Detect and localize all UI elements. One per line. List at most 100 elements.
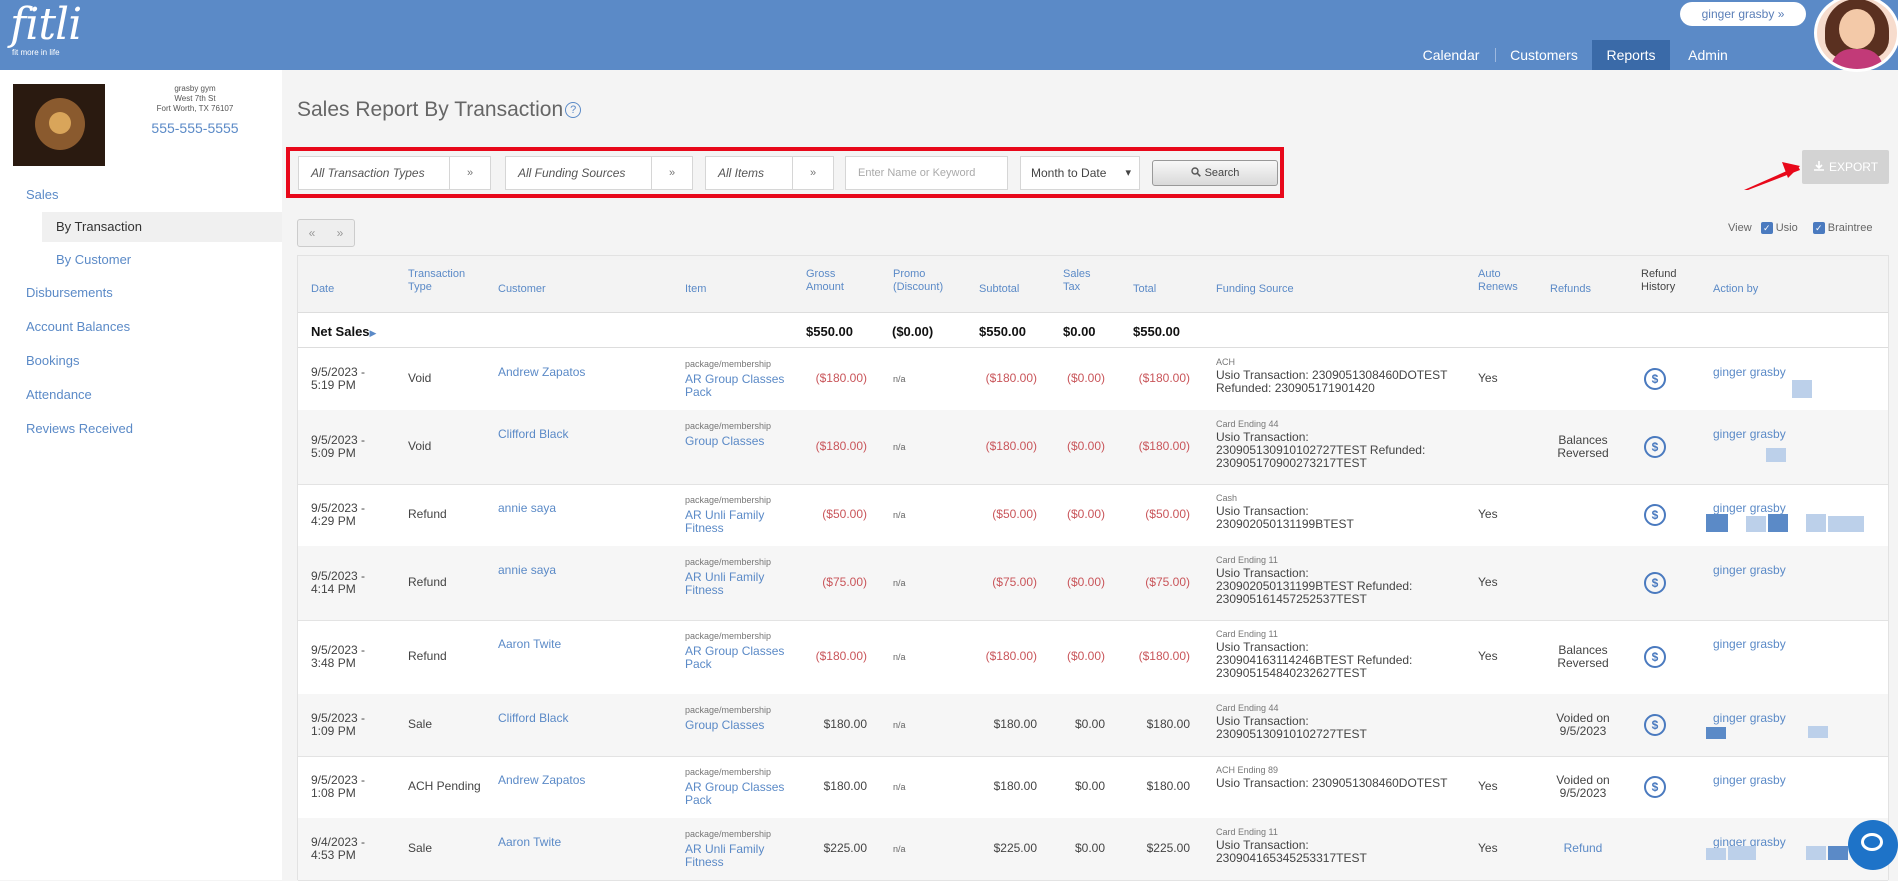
col-auto-renews[interactable]: Auto Renews (1478, 268, 1518, 294)
action-by-link[interactable]: ginger grasby (1713, 564, 1786, 577)
time-line: 4:14 PM (311, 582, 356, 596)
cell-sales-tax: $0.00 (1074, 841, 1105, 855)
cell-subtotal: ($180.00) (985, 371, 1037, 385)
cell-funding-source: Cash Usio Transaction: 230902050131199BTES… (1216, 492, 1354, 531)
nav-reports[interactable]: Reports (1592, 40, 1670, 70)
help-icon[interactable]: ? (565, 102, 582, 119)
item-link[interactable]: Group Classes (685, 435, 771, 448)
item-link[interactable]: AR Group Classes Pack (685, 645, 784, 671)
sidebar-item-by-customer[interactable]: By Customer (42, 245, 282, 275)
action-by-link[interactable]: ginger grasby (1713, 712, 1786, 725)
col-date[interactable]: Date (311, 283, 334, 296)
customer-link[interactable]: annie saya (498, 564, 556, 577)
fitli-logo[interactable]: fitli (10, 2, 82, 48)
user-menu-button[interactable]: ginger grasby » (1680, 2, 1806, 26)
cell-refunds[interactable]: Refund (1545, 842, 1621, 855)
customer-link[interactable]: annie saya (498, 502, 556, 515)
customer-link[interactable]: Clifford Black (498, 712, 568, 725)
cell-subtotal: ($75.00) (992, 575, 1037, 589)
col-label: Sales (1063, 268, 1091, 280)
item-link[interactable]: Group Classes (685, 719, 771, 732)
net-tax: $0.00 (1063, 324, 1096, 339)
customer-link[interactable]: Aaron Twite (498, 638, 561, 651)
col-subtotal[interactable]: Subtotal (979, 283, 1019, 296)
item-link[interactable]: AR Unli Family Fitness (685, 509, 771, 535)
refund-history-icon[interactable]: $ (1644, 436, 1666, 458)
customer-link[interactable]: Clifford Black (498, 428, 568, 441)
cell-item: package/membership AR Unli Family Fitness (685, 494, 771, 535)
customer-link[interactable]: Aaron Twite (498, 836, 561, 849)
sidebar-item-disbursements[interactable]: Disbursements (26, 285, 113, 300)
item-link[interactable]: AR Unli Family Fitness (685, 843, 771, 869)
cell-gross-amount: $180.00 (823, 779, 867, 793)
col-refunds[interactable]: Refunds (1550, 283, 1591, 296)
keyword-search-input[interactable]: Enter Name or Keyword (845, 156, 1008, 190)
expand-arrow-icon: ▶ (369, 328, 377, 338)
prev-page-button[interactable]: « (298, 220, 326, 246)
item-category: package/membership (685, 421, 772, 431)
item-link[interactable]: AR Unli Family Fitness (685, 571, 771, 597)
customer-link[interactable]: Andrew Zapatos (498, 366, 585, 379)
item-link[interactable]: AR Group Classes Pack (685, 781, 784, 807)
action-by-link[interactable]: ginger grasby (1713, 638, 1786, 651)
refund-history-icon[interactable]: $ (1644, 368, 1666, 390)
col-customer[interactable]: Customer (498, 283, 546, 296)
redacted-block (1706, 514, 1728, 532)
col-action-by[interactable]: Action by (1713, 283, 1758, 296)
action-by-link[interactable]: ginger grasby (1713, 366, 1786, 379)
col-funding-source[interactable]: Funding Source (1216, 283, 1294, 296)
nav-customers[interactable]: Customers (1500, 40, 1588, 70)
net-sales-label[interactable]: Net Sales▶ (311, 324, 376, 339)
items-select[interactable]: All Items » (705, 156, 834, 190)
cell-promo: n/a (893, 844, 906, 854)
funding-source-select[interactable]: All Funding Sources » (505, 156, 693, 190)
sidebar-item-reviews[interactable]: Reviews Received (26, 421, 133, 436)
chat-button[interactable] (1848, 820, 1898, 870)
redacted-block (1746, 516, 1766, 532)
item-link[interactable]: AR Group Classes Pack (685, 373, 784, 399)
refund-history-icon[interactable]: $ (1644, 646, 1666, 668)
customer-link[interactable]: Andrew Zapatos (498, 774, 585, 787)
usio-label: Usio (1775, 222, 1798, 234)
redacted-block (1806, 846, 1826, 860)
cell-total: ($180.00) (1138, 649, 1190, 663)
action-by-link[interactable]: ginger grasby (1713, 774, 1786, 787)
action-by-link[interactable]: ginger grasby (1713, 428, 1786, 441)
cell-auto-renews: Yes (1478, 575, 1498, 589)
transaction-type-select[interactable]: All Transaction Types » (298, 156, 491, 190)
sidebar-item-attendance[interactable]: Attendance (26, 387, 92, 402)
sidebar-item-sales[interactable]: Sales (26, 187, 59, 202)
sidebar-item-account-balances[interactable]: Account Balances (26, 319, 130, 334)
period-select[interactable]: Month to Date ▾ (1020, 156, 1140, 190)
refund-history-icon[interactable]: $ (1644, 572, 1666, 594)
net-subtotal: $550.00 (979, 324, 1026, 339)
funding-line: 230905161457252537TEST (1216, 592, 1367, 606)
col-total[interactable]: Total (1133, 283, 1156, 296)
cell-date: 9/5/2023 -1:08 PM (311, 774, 365, 800)
next-page-button[interactable]: » (326, 220, 354, 246)
cell-funding-source: Card Ending 44 Usio Transaction: 230905130… (1216, 418, 1425, 470)
avatar[interactable] (1814, 0, 1898, 72)
cell-auto-renews: Yes (1478, 779, 1498, 793)
funding-line: Usio Transaction: 2309051308460DOTEST (1216, 776, 1448, 790)
sidebar-item-by-transaction[interactable]: By Transaction (42, 212, 282, 242)
usio-checkbox[interactable]: ✓ (1760, 222, 1773, 235)
export-button[interactable]: EXPORT (1802, 150, 1889, 184)
refund-history-icon[interactable]: $ (1644, 504, 1666, 526)
braintree-checkbox[interactable]: ✓ (1812, 222, 1825, 235)
funding-line: 230905170900273217TEST (1216, 456, 1367, 470)
col-gross-amount[interactable]: Gross Amount (806, 268, 844, 294)
sidebar-item-bookings[interactable]: Bookings (26, 353, 79, 368)
search-button[interactable]: Search (1152, 160, 1278, 186)
col-transaction-type[interactable]: Transaction Type (408, 268, 465, 294)
col-promo[interactable]: Promo (Discount) (893, 268, 943, 294)
gym-name: grasby gym (174, 84, 216, 93)
net-sales-text: Net Sales (311, 324, 370, 339)
refund-history-icon[interactable]: $ (1644, 714, 1666, 736)
refund-history-icon[interactable]: $ (1644, 776, 1666, 798)
nav-admin[interactable]: Admin (1676, 40, 1740, 70)
nav-calendar[interactable]: Calendar (1410, 40, 1492, 70)
item-category: package/membership (685, 631, 772, 641)
col-sales-tax[interactable]: Sales Tax (1063, 268, 1091, 294)
col-item[interactable]: Item (685, 283, 706, 296)
